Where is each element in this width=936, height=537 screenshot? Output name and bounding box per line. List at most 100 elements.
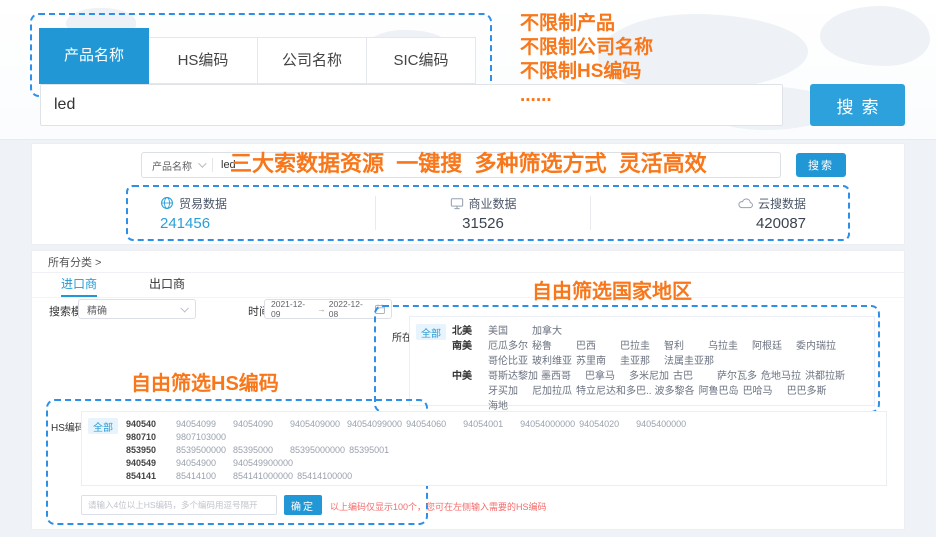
hero-section: 产品名称HS编码公司名称SIC编码 搜索 不限制产品不限制公司名称不限制HS编码… bbox=[0, 0, 936, 140]
region-option[interactable]: 哥伦比亚 bbox=[488, 354, 532, 369]
search-type-tab[interactable]: 产品名称 bbox=[39, 28, 149, 84]
region-option[interactable]: 巴西 bbox=[576, 339, 620, 354]
search-type-tab[interactable]: SIC编码 bbox=[366, 37, 476, 84]
hs-code-option[interactable]: 94054060 bbox=[406, 418, 463, 431]
hs-code-option[interactable]: 94054099 bbox=[176, 418, 233, 431]
hs-code-option[interactable]: 854141000000 bbox=[233, 470, 297, 483]
hs-code-option[interactable]: 9405409000 bbox=[290, 418, 347, 431]
hero-annotations: 不限制产品不限制公司名称不限制HS编码...... bbox=[520, 12, 653, 108]
hs-code-option[interactable]: 940549900000 bbox=[233, 457, 297, 470]
region-group-name: 南美 bbox=[452, 339, 488, 369]
hero-annotation-line: 不限制公司名称 bbox=[520, 36, 653, 60]
hero-annotation-line: 不限制产品 bbox=[520, 12, 653, 36]
region-option[interactable]: 厄瓜多尔 bbox=[488, 339, 532, 354]
region-option[interactable]: 牙买加 bbox=[488, 384, 532, 399]
data-source-item[interactable]: 贸易数据241456 bbox=[128, 195, 375, 232]
hs-code-row: 8539508539500000853950008539500000085395… bbox=[126, 444, 880, 457]
worldmap-watermark bbox=[820, 6, 930, 66]
hs-code-head[interactable]: 940549 bbox=[126, 457, 176, 470]
category-select-value: 产品名称 bbox=[152, 158, 192, 173]
hs-code-option[interactable]: 94054000000 bbox=[520, 418, 579, 431]
region-option[interactable]: 法属圭亚那 bbox=[664, 354, 717, 369]
breadcrumb[interactable]: 所有分类 > bbox=[48, 254, 101, 270]
search-type-tab[interactable]: HS编码 bbox=[148, 37, 258, 84]
region-option[interactable]: 墨西哥 bbox=[541, 369, 585, 384]
globe-icon bbox=[160, 196, 174, 210]
region-annotation: 自由筛选国家地区 bbox=[532, 275, 692, 304]
monitor-icon bbox=[450, 197, 464, 210]
hs-code-option[interactable]: 94054001 bbox=[463, 418, 520, 431]
hs-code-option[interactable]: 8539500000 bbox=[176, 444, 233, 457]
region-option[interactable]: 圭亚那 bbox=[620, 354, 664, 369]
region-option[interactable]: 秘鲁 bbox=[532, 339, 576, 354]
search-mode-select[interactable]: 精确 bbox=[78, 299, 196, 319]
hero-annotation-line: 不限制HS编码 bbox=[520, 60, 653, 84]
trader-type-tab[interactable]: 出口商 bbox=[149, 275, 185, 297]
region-option[interactable]: 加拿大 bbox=[532, 324, 576, 339]
region-option[interactable]: 巴拿马 bbox=[585, 369, 629, 384]
region-option[interactable]: 哥斯达黎加 bbox=[488, 369, 541, 384]
trader-type-tab[interactable]: 进口商 bbox=[61, 275, 97, 297]
hs-code-option[interactable]: 85395001 bbox=[349, 444, 406, 457]
region-option[interactable]: 委内瑞拉 bbox=[796, 339, 840, 354]
region-option[interactable]: 多米尼加 bbox=[629, 369, 673, 384]
stats-annotation-box: 贸易数据241456商业数据31526 云搜数据 420087 bbox=[126, 185, 850, 241]
hs-code-option[interactable]: 9405400000 bbox=[636, 418, 693, 431]
keyword-input[interactable] bbox=[40, 84, 783, 126]
hs-code-option[interactable]: 94054090 bbox=[233, 418, 290, 431]
region-option[interactable]: 古巴 bbox=[673, 369, 717, 384]
region-option[interactable]: 巴拉圭 bbox=[620, 339, 664, 354]
data-source-label: 云搜数据 bbox=[758, 195, 806, 212]
region-country-list: 厄瓜多尔秘鲁巴西巴拉圭智利乌拉圭阿根廷委内瑞拉哥伦比亚玻利维亚苏里南圭亚那法属圭… bbox=[488, 339, 868, 369]
region-option[interactable]: 危地马拉 bbox=[761, 369, 805, 384]
hs-code-input[interactable] bbox=[81, 495, 277, 515]
hs-code-option[interactable]: 85395000000 bbox=[290, 444, 349, 457]
data-source-count: 420087 bbox=[756, 215, 806, 232]
region-option[interactable]: 阿根廷 bbox=[752, 339, 796, 354]
region-option[interactable]: 美国 bbox=[488, 324, 532, 339]
hs-code-head[interactable]: 853950 bbox=[126, 444, 176, 457]
region-option[interactable]: 波多黎各 bbox=[655, 384, 699, 399]
region-option[interactable]: 尼加拉瓜 bbox=[532, 384, 576, 399]
hs-code-option[interactable]: 85414100 bbox=[176, 470, 233, 483]
region-option[interactable]: 乌拉圭 bbox=[708, 339, 752, 354]
data-source-item[interactable]: 云搜数据 420087 bbox=[591, 195, 848, 232]
quick-search-button[interactable]: 搜索 bbox=[796, 153, 846, 177]
confirm-button[interactable]: 确定 bbox=[284, 495, 322, 515]
region-option[interactable]: 洪都拉斯 bbox=[805, 369, 849, 384]
region-group-name: 北美 bbox=[452, 324, 488, 339]
hs-code-option[interactable]: 94054020 bbox=[579, 418, 636, 431]
search-type-tabs: 产品名称HS编码公司名称SIC编码 bbox=[40, 28, 476, 84]
hs-code-option[interactable]: 9807103000 bbox=[176, 431, 233, 444]
region-option[interactable]: 智利 bbox=[664, 339, 708, 354]
region-option[interactable]: 萨尔瓦多 bbox=[717, 369, 761, 384]
data-source-item[interactable]: 商业数据31526 bbox=[376, 195, 591, 232]
hs-code-row: 94054994054900940549900000 bbox=[126, 457, 880, 470]
hs-code-head[interactable]: 940540 bbox=[126, 418, 176, 431]
search-type-tab[interactable]: 公司名称 bbox=[257, 37, 367, 84]
hero-annotation-line: ...... bbox=[520, 84, 653, 108]
hs-code-head[interactable]: 854141 bbox=[126, 470, 176, 483]
category-select[interactable]: 产品名称 bbox=[152, 158, 204, 173]
hs-code-option[interactable]: 85395000 bbox=[233, 444, 290, 457]
region-option[interactable]: 特立尼达和多巴.. bbox=[576, 384, 655, 399]
search-button[interactable]: 搜索 bbox=[810, 84, 905, 126]
region-option[interactable]: 玻利维亚 bbox=[532, 354, 576, 369]
region-option[interactable]: 阿鲁巴岛 bbox=[699, 384, 743, 399]
date-end: 2022-12-08 bbox=[329, 299, 372, 319]
region-option[interactable]: 巴哈马 bbox=[743, 384, 787, 399]
date-separator: → bbox=[317, 304, 326, 314]
hs-code-head[interactable]: 980710 bbox=[126, 431, 176, 444]
region-all-tag[interactable]: 全部 bbox=[416, 324, 446, 340]
hs-code-option[interactable]: 94054099000 bbox=[347, 418, 406, 431]
data-source-label-row: 云搜数据 bbox=[738, 195, 806, 212]
hs-all-tag[interactable]: 全部 bbox=[88, 418, 118, 434]
region-option[interactable]: 苏里南 bbox=[576, 354, 620, 369]
region-option[interactable]: 巴巴多斯 bbox=[787, 384, 831, 399]
hs-code-option[interactable]: 85414100000 bbox=[297, 470, 356, 483]
region-group-name: 中美 bbox=[452, 369, 488, 414]
date-range-picker[interactable]: 2021-12-09 → 2022-12-08 bbox=[264, 299, 392, 319]
hs-code-rows: 9405409405409994054090940540900094054099… bbox=[126, 418, 880, 479]
quick-search-card: 产品名称 led 搜索 三大索数据资源 一键搜 多种筛选方式 灵活高效 贸易数据… bbox=[31, 143, 905, 245]
hs-code-option[interactable]: 94054900 bbox=[176, 457, 233, 470]
